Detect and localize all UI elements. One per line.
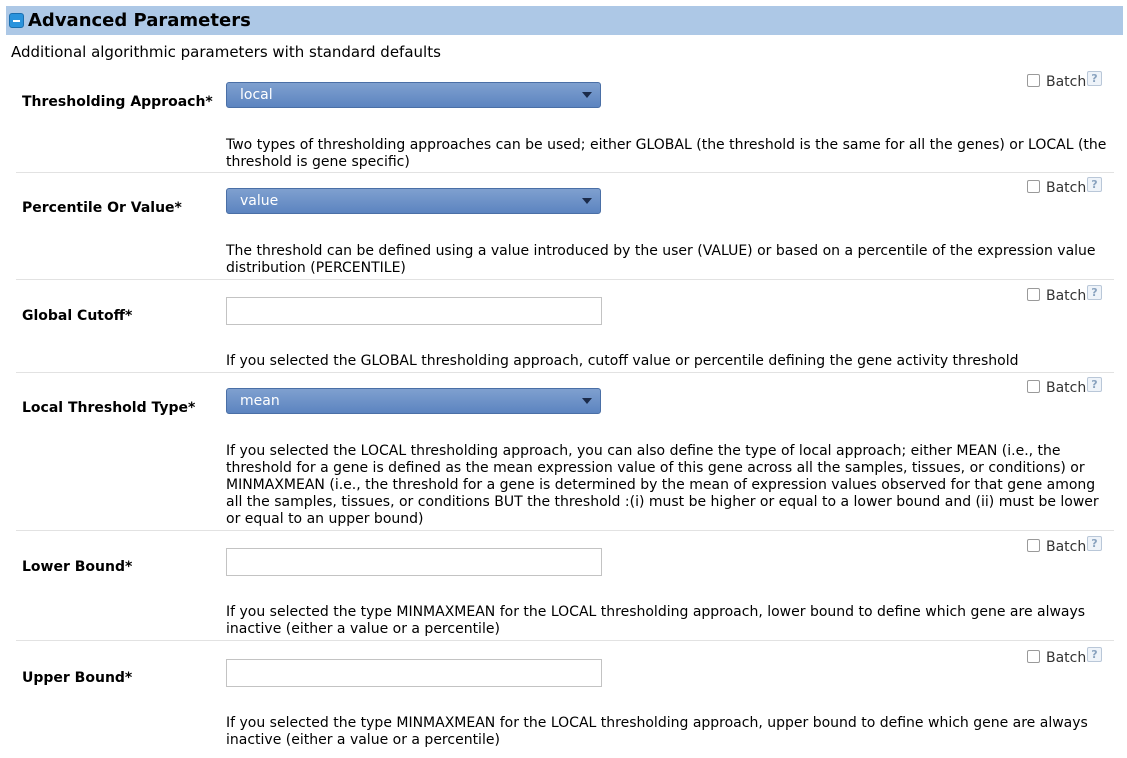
batch-checkbox[interactable] [1027,288,1040,301]
batch-toggle: Batch ? [1026,536,1116,556]
batch-label: Batch [1046,650,1087,666]
param-help-text: If you selected the GLOBAL thresholding … [226,353,1019,369]
batch-label: Batch [1046,180,1087,196]
batch-checkbox[interactable] [1027,180,1040,193]
thresholding-approach-select[interactable]: local [226,82,601,108]
batch-checkbox[interactable] [1027,380,1040,393]
param-label: Percentile Or Value* [22,200,182,216]
batch-checkbox[interactable] [1027,74,1040,87]
param-label: Global Cutoff* [22,308,133,324]
help-icon[interactable]: ? [1087,647,1102,662]
param-upper-bound: Upper Bound* Batch ? If you selected the… [0,640,1127,758]
section-title: Advanced Parameters [28,10,251,31]
param-help-text: Two types of thresholding approaches can… [226,137,1107,170]
percentile-or-value-select[interactable]: value [226,188,601,214]
select-value: value [240,193,279,209]
batch-toggle: Batch ? [1026,71,1116,91]
batch-checkbox[interactable] [1027,650,1040,663]
batch-label: Batch [1046,380,1087,396]
param-help-text: The threshold can be defined using a val… [226,243,1096,276]
lower-bound-input[interactable] [226,548,602,576]
section-subtitle: Additional algorithmic parameters with s… [11,43,441,61]
batch-toggle: Batch ? [1026,177,1116,197]
help-icon[interactable]: ? [1087,177,1102,192]
upper-bound-input[interactable] [226,659,602,687]
divider [16,372,1114,373]
param-percentile-or-value: Percentile Or Value* value Batch ? The t… [0,172,1127,279]
param-lower-bound: Lower Bound* Batch ? If you selected the… [0,530,1127,640]
help-icon[interactable]: ? [1087,71,1102,86]
help-icon[interactable]: ? [1087,377,1102,392]
divider [16,279,1114,280]
param-label: Upper Bound* [22,670,133,686]
param-label: Local Threshold Type* [22,400,196,416]
param-label: Thresholding Approach* [22,94,213,110]
param-label: Lower Bound* [22,559,133,575]
divider [16,172,1114,173]
param-local-threshold-type: Local Threshold Type* mean Batch ? If yo… [0,372,1127,530]
param-help-text: If you selected the LOCAL thresholding a… [226,443,1099,527]
divider [16,530,1114,531]
batch-label: Batch [1046,74,1087,90]
param-help-text: If you selected the type MINMAXMEAN for … [226,715,1088,748]
dropdown-arrow-icon [582,398,592,404]
collapse-icon[interactable] [9,13,24,28]
dropdown-arrow-icon [582,92,592,98]
batch-label: Batch [1046,288,1087,304]
batch-label: Batch [1046,539,1087,555]
select-value: local [240,87,273,103]
param-thresholding-approach: Thresholding Approach* local Batch ? Two… [0,66,1127,172]
param-help-text: If you selected the type MINMAXMEAN for … [226,604,1086,637]
select-value: mean [240,393,280,409]
batch-checkbox[interactable] [1027,539,1040,552]
batch-toggle: Batch ? [1026,647,1116,667]
help-icon[interactable]: ? [1087,285,1102,300]
batch-toggle: Batch ? [1026,377,1116,397]
divider [16,640,1114,641]
dropdown-arrow-icon [582,198,592,204]
param-global-cutoff: Global Cutoff* Batch ? If you selected t… [0,279,1127,372]
section-header: Advanced Parameters [6,6,1123,35]
help-icon[interactable]: ? [1087,536,1102,551]
global-cutoff-input[interactable] [226,297,602,325]
local-threshold-type-select[interactable]: mean [226,388,601,414]
batch-toggle: Batch ? [1026,285,1116,305]
